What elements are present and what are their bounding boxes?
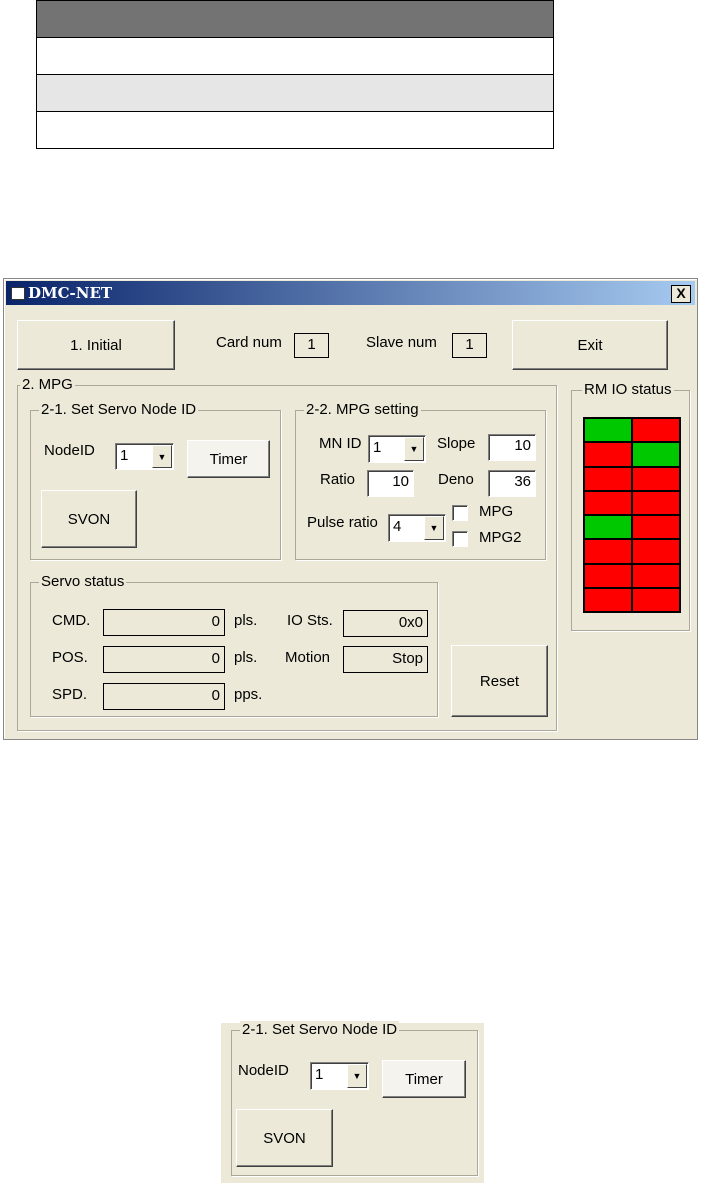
mpg2-checkbox[interactable] — [452, 531, 468, 547]
chevron-down-icon[interactable]: ▼ — [347, 1064, 367, 1088]
pos-value: 0 — [103, 646, 225, 673]
io-indicator-2 — [584, 442, 632, 467]
io-indicator-3 — [632, 442, 680, 467]
servo-node-group-label: 2-1. Set Servo Node ID — [240, 1021, 400, 1038]
rm-io-grid — [583, 417, 681, 613]
exit-button[interactable]: Exit — [512, 320, 668, 370]
slope-label: Slope — [437, 435, 476, 452]
window-title: DMC-NET — [28, 284, 113, 302]
cmd-label: CMD. — [52, 612, 91, 629]
nodeid-label: NodeID — [44, 442, 95, 459]
io-indicator-4 — [584, 466, 632, 491]
io-indicator-0 — [584, 418, 632, 443]
table-header-row — [36, 0, 554, 38]
card-num-label: Card num — [216, 334, 282, 351]
mpg-checkbox[interactable] — [452, 505, 468, 521]
mnid-value: 1 — [373, 439, 382, 456]
table-row — [36, 37, 554, 75]
timer-button[interactable]: Timer — [382, 1060, 466, 1098]
chevron-down-icon[interactable]: ▼ — [404, 437, 424, 461]
mnid-select[interactable]: 1 ▼ — [368, 435, 426, 463]
slope-input[interactable]: 10 — [488, 434, 536, 461]
title-bar: DMC-NET X — [6, 281, 695, 305]
io-indicator-6 — [584, 490, 632, 515]
close-button[interactable]: X — [671, 285, 691, 303]
io-indicator-1 — [632, 418, 680, 443]
chevron-down-icon[interactable]: ▼ — [152, 445, 172, 468]
io-status-label: IO Sts. — [287, 612, 333, 629]
io-status-value: 0x0 — [343, 610, 428, 637]
mpg-group-label: 2. MPG — [20, 376, 75, 393]
spd-value: 0 — [103, 683, 225, 710]
nodeid-label: NodeID — [238, 1062, 289, 1079]
io-indicator-10 — [584, 539, 632, 564]
nodeid-value: 1 — [315, 1066, 324, 1083]
deno-label: Deno — [438, 471, 474, 488]
reset-button[interactable]: Reset — [451, 645, 548, 717]
rm-io-status-label: RM IO status — [582, 381, 674, 398]
pulse-ratio-label: Pulse ratio — [307, 514, 378, 531]
ratio-input[interactable]: 10 — [367, 470, 414, 497]
table-row — [36, 111, 554, 149]
svon-button[interactable]: SVON — [236, 1109, 333, 1167]
io-indicator-11 — [632, 539, 680, 564]
servo-status-group-label: Servo status — [39, 573, 127, 590]
nodeid-select[interactable]: 1 ▼ — [310, 1062, 369, 1090]
ratio-label: Ratio — [320, 471, 356, 488]
timer-button[interactable]: Timer — [187, 440, 270, 478]
io-indicator-15 — [632, 587, 680, 612]
mnid-label: MN ID — [319, 435, 362, 452]
mpg-checkbox-label: MPG — [479, 503, 514, 520]
nodeid-select[interactable]: 1 ▼ — [115, 443, 174, 470]
pos-unit: pls. — [234, 649, 258, 666]
io-indicator-12 — [584, 563, 632, 588]
cmd-value: 0 — [103, 609, 225, 636]
io-indicator-7 — [632, 490, 680, 515]
table-row — [36, 74, 554, 112]
chevron-down-icon[interactable]: ▼ — [424, 516, 444, 540]
deno-input[interactable]: 36 — [488, 470, 536, 497]
io-indicator-13 — [632, 563, 680, 588]
servo-node-crop: 2-1. Set Servo Node ID NodeID 1 ▼ Timer S… — [221, 1021, 484, 1183]
io-indicator-14 — [584, 587, 632, 612]
nodeid-value: 1 — [120, 447, 129, 464]
initial-button[interactable]: 1. Initial — [17, 320, 175, 370]
slave-num-value: 1 — [452, 333, 487, 358]
spd-label: SPD. — [52, 686, 88, 703]
spd-unit: pps. — [234, 686, 263, 703]
pos-label: POS. — [52, 649, 88, 666]
pulse-ratio-value: 4 — [393, 518, 402, 535]
cmd-unit: pls. — [234, 612, 258, 629]
io-indicator-8 — [584, 515, 632, 540]
servo-node-group-label: 2-1. Set Servo Node ID — [39, 401, 199, 418]
io-indicator-9 — [632, 515, 680, 540]
motion-value: Stop — [343, 646, 428, 673]
mpg2-checkbox-label: MPG2 — [479, 529, 522, 546]
pulse-ratio-select[interactable]: 4 ▼ — [388, 514, 446, 542]
slave-num-label: Slave num — [366, 334, 437, 351]
svon-button[interactable]: SVON — [41, 490, 137, 548]
mpg-setting-group-label: 2-2. MPG setting — [304, 401, 421, 418]
card-num-value: 1 — [294, 333, 329, 358]
app-icon — [11, 287, 25, 300]
motion-label: Motion — [285, 649, 331, 666]
io-indicator-5 — [632, 466, 680, 491]
